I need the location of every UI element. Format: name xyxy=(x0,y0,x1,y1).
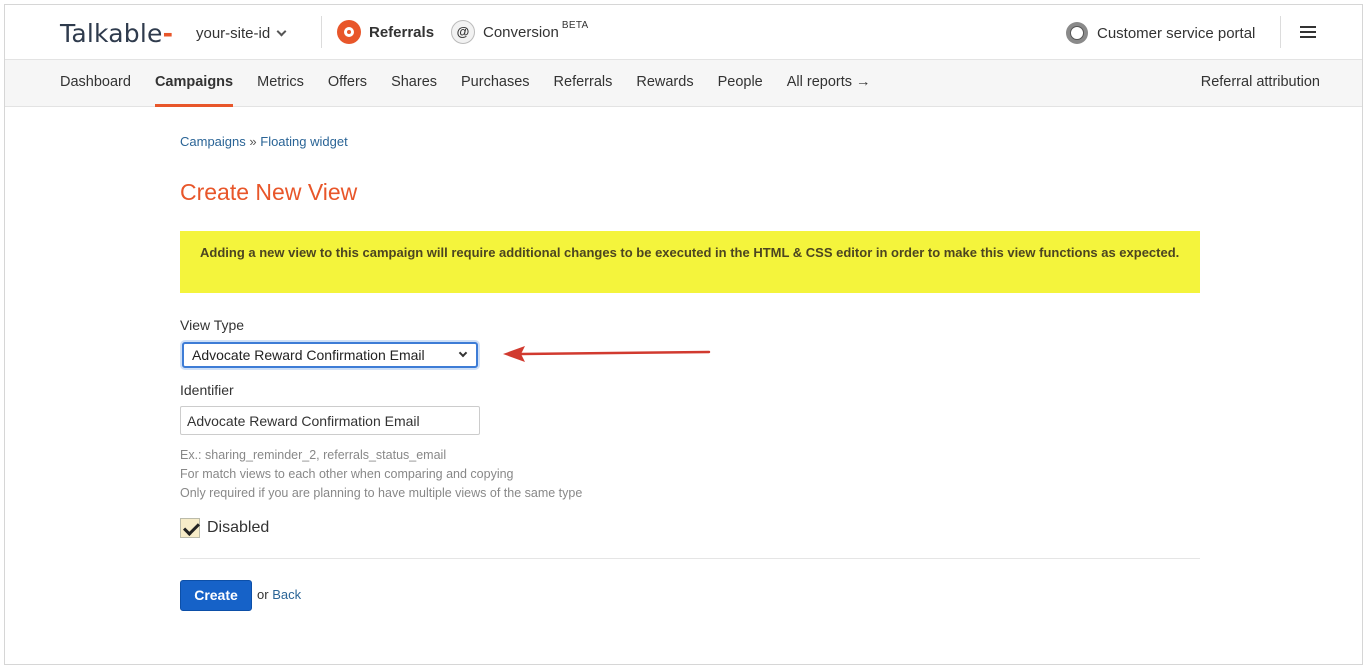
customer-service-portal-link[interactable]: Customer service portal xyxy=(1066,22,1255,44)
top-bar: Talkable- your-site-id Referrals @ Conve… xyxy=(5,5,1362,59)
talkable-logo[interactable]: Talkable- xyxy=(60,19,173,48)
disabled-label: Disabled xyxy=(207,519,270,536)
nav-item-offers[interactable]: Offers xyxy=(316,60,379,106)
product-conversion[interactable]: @ Conversion BETA xyxy=(451,20,588,44)
beta-badge: BETA xyxy=(561,19,589,31)
breadcrumb-current-link[interactable]: Floating widget xyxy=(260,134,347,149)
hint-match: For match views to each other when compa… xyxy=(180,467,514,481)
hint-required: Only required if you are planning to hav… xyxy=(180,486,583,500)
disabled-checkbox-row: Disabled xyxy=(180,518,269,538)
hint-example: Ex.: sharing_reminder_2, referrals_statu… xyxy=(180,448,447,462)
nav-item-all-reports[interactable]: All reports → xyxy=(775,60,883,106)
page-title: Create New View xyxy=(180,179,358,205)
breadcrumb-separator: » xyxy=(249,134,257,149)
chevron-down-icon xyxy=(276,26,287,37)
site-selector-label: your-site-id xyxy=(196,25,271,42)
annotation-arrow-icon xyxy=(503,346,711,362)
nav-item-referrals[interactable]: Referrals xyxy=(542,60,625,106)
portal-icon xyxy=(1066,22,1088,44)
portal-label: Customer service portal xyxy=(1097,24,1256,42)
breadcrumb-campaigns-link[interactable]: Campaigns xyxy=(180,134,246,149)
back-link[interactable]: Back xyxy=(272,587,301,602)
nav-item-metrics[interactable]: Metrics xyxy=(245,60,316,106)
create-button[interactable]: Create xyxy=(180,580,252,611)
warning-alert: Adding a new view to this campaign will … xyxy=(180,231,1200,293)
form-divider xyxy=(180,558,1200,559)
breadcrumb: Campaigns » Floating widget xyxy=(180,134,348,149)
at-sign-icon: @ xyxy=(451,20,475,44)
view-type-select[interactable]: Advocate Reward Confirmation Email xyxy=(182,342,478,368)
nav-item-campaigns[interactable]: Campaigns xyxy=(143,60,245,107)
identifier-input[interactable] xyxy=(180,406,480,435)
view-type-label: View Type xyxy=(180,317,245,333)
referrals-icon xyxy=(337,20,361,44)
nav-item-dashboard[interactable]: Dashboard xyxy=(60,60,143,106)
or-back: or Back xyxy=(257,587,301,602)
or-text: or xyxy=(257,587,269,602)
product-conversion-label: Conversion xyxy=(483,23,559,41)
disabled-checkbox[interactable] xyxy=(180,518,200,538)
site-selector[interactable]: your-site-id xyxy=(196,25,287,42)
chevron-down-icon xyxy=(458,348,468,358)
hamburger-icon[interactable] xyxy=(1300,26,1316,38)
nav-item-purchases[interactable]: Purchases xyxy=(449,60,542,106)
view-type-selected-value: Advocate Reward Confirmation Email xyxy=(192,347,425,363)
product-referrals-label: Referrals xyxy=(369,23,435,41)
app-window: Talkable- your-site-id Referrals @ Conve… xyxy=(4,4,1363,665)
nav-item-shares[interactable]: Shares xyxy=(379,60,449,106)
main-nav: Dashboard Campaigns Metrics Offers Share… xyxy=(5,59,1362,107)
product-referrals[interactable]: Referrals xyxy=(337,20,434,44)
identifier-label: Identifier xyxy=(180,382,234,398)
referral-attribution-link[interactable]: Referral attribution xyxy=(1201,60,1320,106)
nav-item-people[interactable]: People xyxy=(706,60,775,106)
divider xyxy=(1280,16,1281,48)
divider xyxy=(321,16,322,48)
nav-item-rewards[interactable]: Rewards xyxy=(624,60,705,106)
